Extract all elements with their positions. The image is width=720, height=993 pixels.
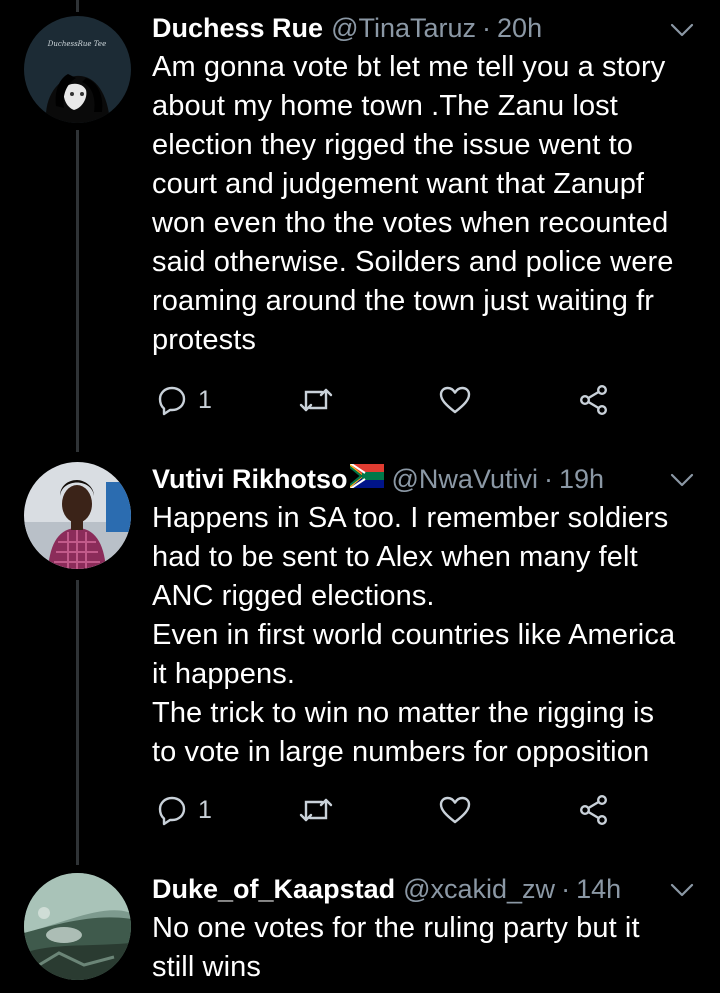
- reply-icon: [158, 386, 186, 416]
- chevron-down-icon[interactable]: [668, 470, 696, 490]
- avatar[interactable]: [24, 873, 131, 980]
- avatar-signature: DuchessRue Tee: [47, 40, 106, 48]
- share-button[interactable]: [578, 380, 610, 420]
- tweet[interactable]: Vutivi Rikhotso @NwaVutivi · 19h Happens…: [0, 450, 720, 855]
- avatar[interactable]: [24, 462, 131, 569]
- reply-button[interactable]: 1: [156, 790, 212, 830]
- separator-dot: ·: [482, 13, 492, 43]
- retweet-icon: [299, 388, 333, 412]
- like-button[interactable]: [438, 790, 472, 830]
- south-africa-flag-icon: [349, 464, 384, 488]
- tweet-text: No one votes for the ruling party but it…: [152, 912, 640, 983]
- reply-button[interactable]: 1: [156, 380, 212, 420]
- reply-icon: [158, 796, 186, 826]
- timestamp[interactable]: 19h: [559, 463, 604, 495]
- chevron-down-icon[interactable]: [668, 880, 696, 900]
- reply-count: 1: [198, 385, 212, 414]
- tweet-text: Am gonna vote bt let me tell you a story…: [152, 51, 674, 356]
- author-handle[interactable]: @TinaTaruz: [331, 12, 476, 44]
- timestamp[interactable]: 20h: [497, 12, 542, 44]
- share-button[interactable]: [578, 790, 610, 830]
- separator-dot: ·: [561, 874, 571, 904]
- author-name[interactable]: Duchess Rue: [152, 12, 323, 44]
- heart-icon: [439, 386, 471, 414]
- tweet-header: Duchess Rue @TinaTaruz · 20h: [152, 12, 696, 44]
- chevron-down-icon[interactable]: [668, 20, 696, 40]
- retweet-icon: [299, 798, 333, 822]
- timestamp[interactable]: 14h: [576, 873, 621, 905]
- tweet[interactable]: Duke_of_Kaapstad @xcakid_zw · 14h No one…: [0, 860, 720, 993]
- avatar[interactable]: DuchessRue Tee: [24, 16, 131, 123]
- separator-dot: ·: [543, 464, 553, 494]
- tweet-actions: 1: [152, 790, 632, 830]
- like-button[interactable]: [438, 380, 472, 420]
- share-icon: [580, 385, 608, 416]
- share-icon: [580, 795, 608, 826]
- author-name[interactable]: Duke_of_Kaapstad: [152, 873, 395, 905]
- retweet-button[interactable]: [298, 790, 334, 830]
- retweet-button[interactable]: [298, 380, 334, 420]
- tweet-actions: 1: [152, 380, 632, 420]
- author-handle[interactable]: @xcakid_zw: [403, 873, 555, 905]
- reply-count: 1: [198, 795, 212, 824]
- tweet-header: Duke_of_Kaapstad @xcakid_zw · 14h: [152, 873, 696, 905]
- tweet-text: Happens in SA too. I remember soldiers h…: [152, 502, 676, 768]
- heart-icon: [439, 796, 471, 824]
- tweet-header: Vutivi Rikhotso @NwaVutivi · 19h: [152, 463, 696, 495]
- author-handle[interactable]: @NwaVutivi: [392, 463, 538, 495]
- author-name[interactable]: Vutivi Rikhotso: [152, 463, 348, 495]
- tweet[interactable]: DuchessRue Tee Duchess Rue @TinaTaruz · …: [0, 0, 720, 450]
